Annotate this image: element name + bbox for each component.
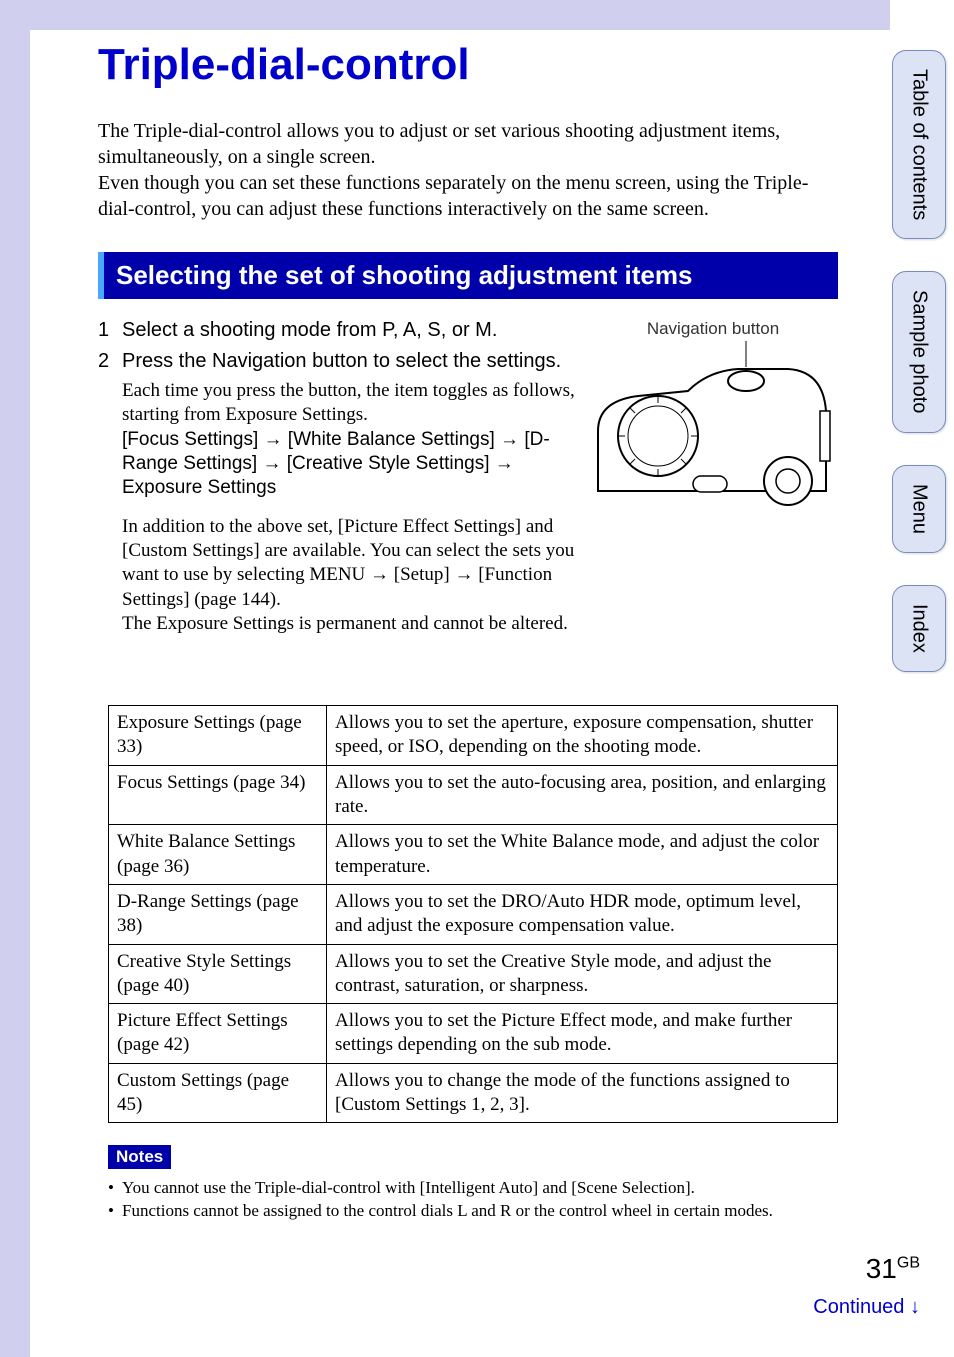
notes-section: Notes You cannot use the Triple-dial-con…: [108, 1145, 838, 1223]
tab-index[interactable]: Index: [892, 585, 946, 672]
tab-menu[interactable]: Menu: [892, 465, 946, 553]
side-tabs: Table of contents Sample photo Menu Inde…: [892, 50, 954, 704]
table-row: D-Range Settings (page 38) Allows you to…: [109, 884, 838, 944]
step-1: 1 Select a shooting mode from P, A, S, o…: [98, 319, 578, 342]
settings-table: Exposure Settings (page 33) Allows you t…: [108, 705, 838, 1123]
setting-desc: Allows you to set the DRO/Auto HDR mode,…: [327, 884, 838, 944]
page-number-suffix: GB: [897, 1255, 920, 1272]
steps-area: 1 Select a shooting mode from P, A, S, o…: [98, 319, 838, 699]
setting-desc: Allows you to set the Picture Effect mod…: [327, 1004, 838, 1064]
setting-name: White Balance Settings (page 36): [109, 825, 327, 885]
decorative-top-band: [0, 0, 890, 30]
tab-sample-photo[interactable]: Sample photo: [892, 271, 946, 432]
decorative-left-band: [0, 0, 30, 1357]
illustration-block: Navigation button: [588, 319, 838, 526]
page-title: Triple-dial-control: [98, 40, 838, 90]
setting-desc: Allows you to change the mode of the fun…: [327, 1063, 838, 1123]
table-row: Custom Settings (page 45) Allows you to …: [109, 1063, 838, 1123]
step-number: 2: [98, 350, 122, 373]
setting-desc: Allows you to set the Creative Style mod…: [327, 944, 838, 1004]
main-content: Triple-dial-control The Triple-dial-cont…: [98, 40, 838, 1223]
setting-desc: Allows you to set the aperture, exposure…: [327, 706, 838, 766]
intro-paragraph: The Triple-dial-control allows you to ad…: [98, 118, 838, 222]
table-row: Focus Settings (page 34) Allows you to s…: [109, 765, 838, 825]
continued-indicator: Continued ↓: [813, 1296, 920, 1319]
note-item: You cannot use the Triple-dial-control w…: [108, 1177, 838, 1200]
section-header: Selecting the set of shooting adjustment…: [98, 252, 838, 299]
table-row: White Balance Settings (page 36) Allows …: [109, 825, 838, 885]
table-row: Exposure Settings (page 33) Allows you t…: [109, 706, 838, 766]
notes-list: You cannot use the Triple-dial-control w…: [108, 1177, 838, 1223]
note-item: Functions cannot be assigned to the cont…: [108, 1200, 838, 1223]
setting-name: Picture Effect Settings (page 42): [109, 1004, 327, 1064]
step-body-p2: In addition to the above set, [Picture E…: [122, 515, 578, 637]
step-text: Press the Navigation button to select th…: [122, 350, 578, 373]
setting-name: Creative Style Settings (page 40): [109, 944, 327, 1004]
step-body-pre: Each time you press the button, the item…: [122, 380, 575, 425]
step-body: Each time you press the button, the item…: [122, 379, 578, 636]
tab-table-of-contents[interactable]: Table of contents: [892, 50, 946, 239]
camera-top-illustration: [588, 341, 838, 521]
steps-list: 1 Select a shooting mode from P, A, S, o…: [98, 319, 578, 636]
setting-name: D-Range Settings (page 38): [109, 884, 327, 944]
step-body-sequence: [Focus Settings] → [White Balance Settin…: [122, 429, 550, 499]
table-row: Creative Style Settings (page 40) Allows…: [109, 944, 838, 1004]
setting-desc: Allows you to set the White Balance mode…: [327, 825, 838, 885]
table-row: Picture Effect Settings (page 42) Allows…: [109, 1004, 838, 1064]
page-number-value: 31: [866, 1253, 897, 1284]
step-2: 2 Press the Navigation button to select …: [98, 350, 578, 636]
step-text: Select a shooting mode from P, A, S, or …: [122, 319, 578, 342]
step-number: 1: [98, 319, 122, 342]
setting-desc: Allows you to set the auto-focusing area…: [327, 765, 838, 825]
setting-name: Exposure Settings (page 33): [109, 706, 327, 766]
setting-name: Custom Settings (page 45): [109, 1063, 327, 1123]
illustration-label: Navigation button: [588, 319, 838, 339]
page-number: 31GB: [866, 1253, 920, 1285]
notes-badge: Notes: [108, 1145, 171, 1169]
setting-name: Focus Settings (page 34): [109, 765, 327, 825]
